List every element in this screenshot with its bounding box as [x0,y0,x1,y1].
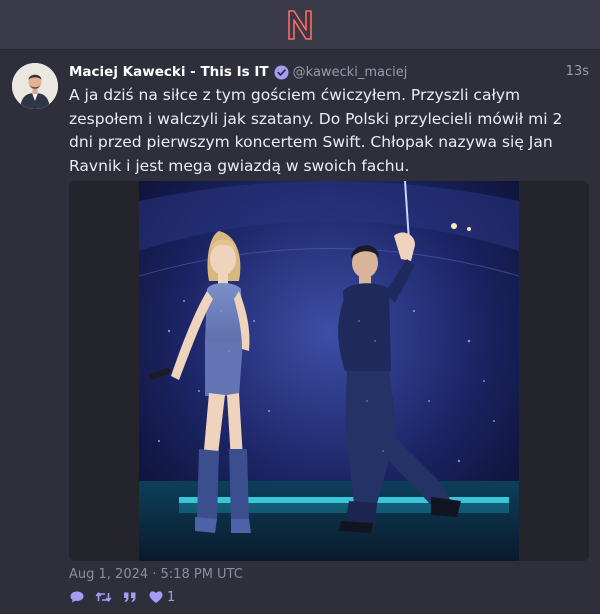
concert-photo [139,181,519,561]
quote-icon [124,592,136,602]
post-time-ago[interactable]: 13s [566,64,589,79]
post-header: Maciej Kawecki - This Is IT @kawecki_mac… [69,62,589,82]
speech-bubble-icon [70,591,84,603]
author-display-name[interactable]: Maciej Kawecki - This Is IT [69,64,269,80]
retweet-icon [95,591,112,603]
heart-icon [149,591,163,603]
top-bar [0,0,600,50]
reply-button[interactable] [69,589,85,605]
verified-badge-icon [274,64,289,80]
retweet-button[interactable] [95,589,112,605]
avatar-photo-icon [12,63,58,109]
quote-button[interactable] [122,589,138,605]
favorite-count: 1 [167,589,176,605]
avatar[interactable] [12,63,58,109]
post-text: A ja dziś na siłce z tym gościem ćwiczył… [69,86,563,175]
nitter-logo-icon[interactable] [285,8,315,42]
favorite-button[interactable]: 1 [148,589,175,605]
post-media[interactable] [69,181,589,561]
post-date[interactable]: Aug 1, 2024 · 5:18 PM UTC [69,567,243,582]
post: Maciej Kawecki - This Is IT @kawecki_mac… [0,51,600,614]
post-actions: 1 [69,588,175,606]
author-handle[interactable]: @kawecki_maciej [293,65,408,80]
